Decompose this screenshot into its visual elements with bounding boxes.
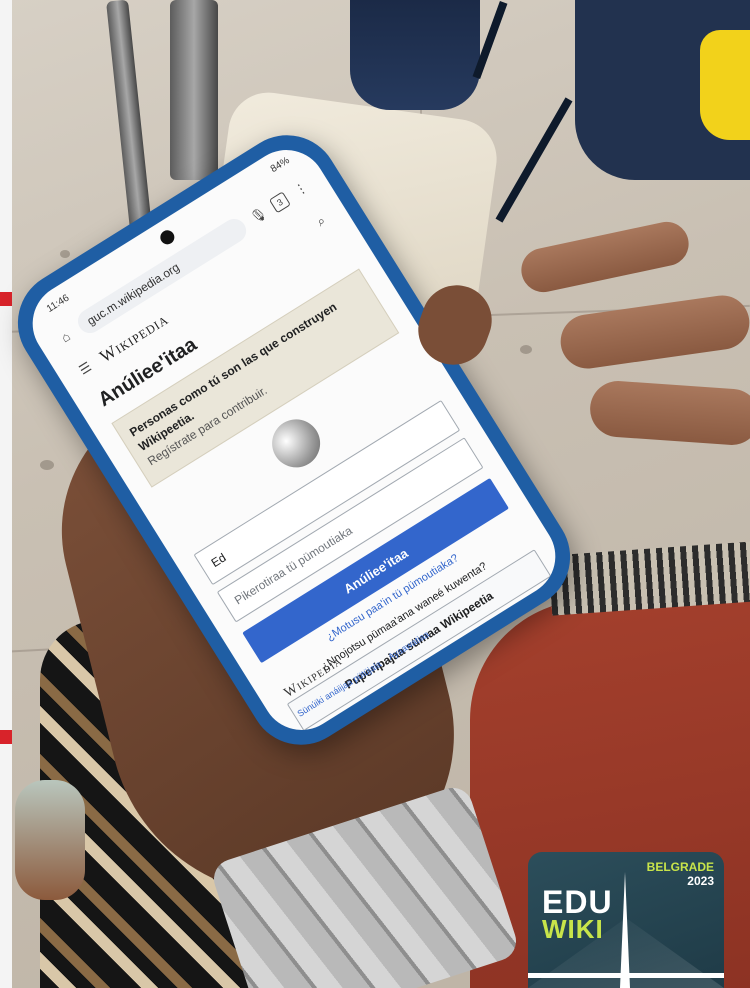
- finger: [517, 217, 693, 297]
- photo-scene: 11:46 84% ⌂ guc.m.wikipedia.org 🎙 3 ⋮ ☰ …: [0, 0, 750, 988]
- floor-speck: [60, 250, 70, 258]
- wikipedia-globe-logo: [263, 410, 330, 477]
- badge-year: 2023: [687, 874, 714, 888]
- bag-tassel: [15, 780, 85, 900]
- eduwiki-badge: BELGRADE 2023 EDU WIKI: [528, 852, 724, 988]
- banner-sub-text: Regístrate para contribuir.: [144, 382, 270, 468]
- more-options-icon[interactable]: ⋮: [289, 177, 314, 202]
- microphone-icon[interactable]: 🎙: [246, 203, 271, 228]
- pointing-hand: [517, 175, 750, 495]
- finger: [588, 379, 750, 447]
- search-icon[interactable]: ⌕: [309, 209, 334, 234]
- status-battery: 84%: [268, 155, 292, 176]
- badge-bar: [528, 973, 724, 978]
- floor-speck: [40, 460, 54, 470]
- left-edge-red-mark: [0, 730, 12, 744]
- tab-count-button[interactable]: 3: [268, 191, 291, 214]
- person-yellow-shirt: [700, 30, 750, 140]
- left-edge-strip: [0, 0, 12, 988]
- home-icon[interactable]: ⌂: [53, 324, 78, 349]
- menu-icon[interactable]: ☰: [73, 356, 98, 381]
- chair-leg: [170, 0, 218, 180]
- person-jeans: [350, 0, 480, 110]
- left-edge-red-mark: [0, 292, 12, 306]
- badge-city: BELGRADE: [646, 860, 714, 874]
- badge-wiki: WIKI: [542, 914, 604, 944]
- finger: [557, 292, 750, 372]
